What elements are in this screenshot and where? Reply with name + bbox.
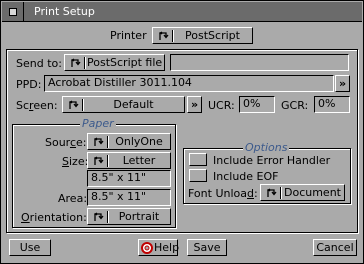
- use-button[interactable]: Use: [9, 239, 51, 256]
- help-label: Help: [154, 241, 180, 254]
- paper-group-title: Paper: [80, 117, 116, 130]
- title-bar[interactable]: Print Setup: [2, 2, 362, 22]
- screen-more-button[interactable]: »: [187, 96, 202, 113]
- options-group-title: Options: [243, 141, 290, 154]
- print-setup-window: Print Setup Printer PostScript Send to: …: [0, 0, 364, 264]
- help-button[interactable]: Help: [138, 239, 180, 256]
- screen-cycle[interactable]: Default: [62, 96, 185, 113]
- cycle-icon: [68, 100, 79, 109]
- gcr-label: GCR:: [281, 99, 309, 112]
- orientation-cycle[interactable]: Portrait: [87, 208, 171, 225]
- area-label: Area:: [58, 192, 88, 205]
- orientation-label: Orientation:: [21, 211, 87, 224]
- cancel-button[interactable]: Cancel: [313, 239, 357, 256]
- screen-value: Default: [113, 98, 154, 111]
- cycle-icon: [266, 188, 277, 197]
- help-lifebuoy-icon: [141, 242, 153, 254]
- eof-label: Include EOF: [213, 170, 279, 183]
- eof-checkbox[interactable]: [189, 169, 207, 182]
- size-cycle[interactable]: Letter: [87, 152, 171, 169]
- cycle-icon: [93, 156, 104, 165]
- area-field[interactable]: 8.5" x 11": [87, 189, 171, 206]
- font-unload-label: Font Unload:: [188, 187, 258, 200]
- size-label: Size:: [62, 155, 89, 168]
- printer-cycle[interactable]: PostScript: [152, 27, 253, 44]
- send-to-path-field[interactable]: [170, 54, 349, 71]
- cycle-icon: [158, 31, 169, 40]
- printer-value: PostScript: [185, 29, 240, 42]
- size-dimensions-field: 8.5" x 11": [87, 170, 171, 187]
- source-label: Source:: [45, 136, 87, 149]
- ucr-label: UCR:: [208, 99, 235, 112]
- send-to-value: PostScript file: [87, 56, 163, 69]
- error-handler-checkbox[interactable]: [189, 153, 207, 166]
- close-icon[interactable]: [2, 2, 24, 21]
- font-unload-value: Document: [284, 186, 341, 199]
- source-value: OnlyOne: [115, 135, 163, 148]
- gcr-field[interactable]: 0%: [314, 96, 350, 113]
- window-title: Print Setup: [34, 5, 95, 18]
- ucr-field[interactable]: 0%: [239, 96, 275, 113]
- printer-label: Printer: [110, 29, 147, 42]
- size-value: Letter: [122, 154, 156, 167]
- save-button[interactable]: Save: [187, 239, 227, 256]
- screen-label: Screen:: [16, 99, 58, 112]
- cycle-icon: [93, 212, 104, 221]
- source-cycle[interactable]: OnlyOne: [87, 133, 171, 150]
- send-to-label: Send to:: [16, 57, 62, 70]
- send-to-cycle[interactable]: PostScript file: [64, 54, 165, 71]
- error-handler-label: Include Error Handler: [213, 154, 331, 167]
- ppd-field[interactable]: Acrobat Distiller 3011.104: [44, 75, 334, 92]
- orientation-value: Portrait: [118, 210, 160, 223]
- font-unload-cycle[interactable]: Document: [260, 184, 345, 201]
- cycle-icon: [93, 137, 104, 146]
- cycle-icon: [70, 58, 81, 67]
- ppd-browse-button[interactable]: »: [335, 75, 350, 92]
- ppd-label: PPD:: [16, 78, 42, 91]
